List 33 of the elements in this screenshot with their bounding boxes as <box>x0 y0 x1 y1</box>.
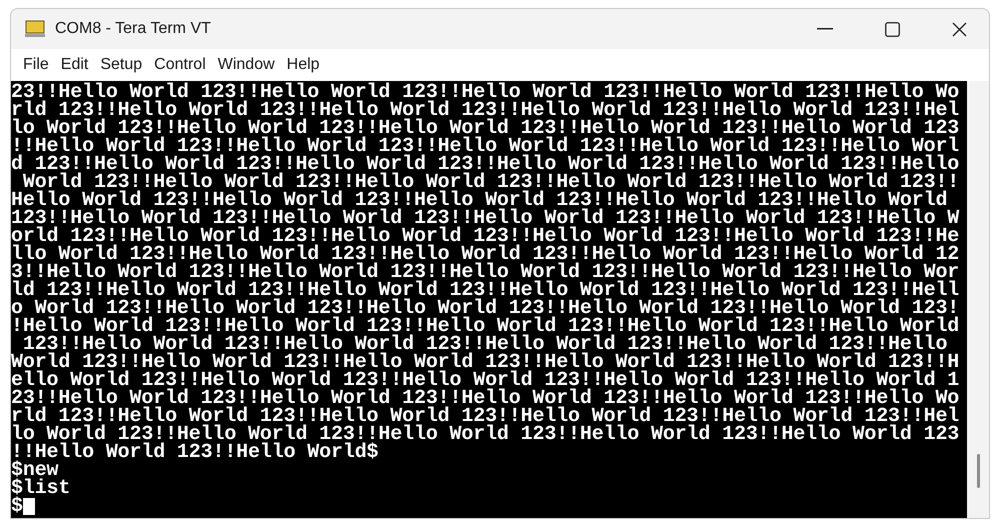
terminal-line: !Hello World 123!!Hello World 123!!Hello World 123!!Hello World 123!!Hello World <box>11 318 960 336</box>
terminal-line: 3!!Hello World 123!!Hello World 123!!Hello World 123!!Hello World 123!!Hello Wor <box>11 264 960 282</box>
terminal-line: World 123!!Hello World 123!!Hello World 123!!Hello World 123!!Hello World 123!! <box>22 174 960 192</box>
terminal-line: o World 123!!Hello World 123!!Hello World 123!!Hello World 123!!Hello World 123! <box>11 300 960 318</box>
scrollbar[interactable] <box>967 81 989 518</box>
menu-item[interactable]: Setup <box>94 53 148 77</box>
close-icon[interactable] <box>952 22 967 36</box>
terminal-line: $ <box>11 498 23 516</box>
terminal-line: lo World 123!!Hello World 123!!Hello World 123!!Hello World 123!!Hello World 123 <box>11 120 960 138</box>
text-cursor <box>22 498 35 515</box>
terminal-line: 123!!Hello World 123!!Hello World 123!!Hello World 123!!Hello World 123!!Hello <box>22 336 948 354</box>
terminal-app-icon <box>25 20 45 38</box>
menu-item[interactable]: Edit <box>54 53 94 77</box>
terminal-line: orld 123!!Hello World 123!!Hello World 123!!Hello World 123!!Hello World 123!!He <box>11 228 960 246</box>
terminal-line: rld 123!!Hello World 123!!Hello World 123!!Hello World 123!!Hello World 123!!Hel <box>11 102 960 120</box>
window-title: COM8 - Tera Term VT <box>55 19 211 39</box>
terminal-line: Hello World 123!!Hello World 123!!Hello World 123!!Hello World 123!!Hello World <box>11 192 948 210</box>
terminal-line: llo World 123!!Hello World 123!!Hello World 123!!Hello World 123!!Hello World 12 <box>11 246 960 264</box>
menu-item[interactable]: Control <box>148 53 212 77</box>
terminal-line: World 123!!Hello World 123!!Hello World 123!!Hello World 123!!Hello World 123!!H <box>11 354 960 372</box>
terminal-line: rld 123!!Hello World 123!!Hello World 123!!Hello World 123!!Hello World 123!!Hel <box>11 408 960 426</box>
terminal-line: 23!!Hello World 123!!Hello World 123!!Hello World 123!!Hello World 123!!Hello Wo <box>11 390 960 408</box>
menu-item[interactable]: Window <box>212 53 281 77</box>
menu-item[interactable]: File <box>17 53 55 77</box>
minimize-icon[interactable] <box>817 28 833 30</box>
terminal-line: ello World 123!!Hello World 123!!Hello World 123!!Hello World 123!!Hello World 1 <box>11 372 960 390</box>
terminal-line: 23!!Hello World 123!!Hello World 123!!Hello World 123!!Hello World 123!!Hello Wo <box>11 84 960 102</box>
terminal-line: 123!!Hello World 123!!Hello World 123!!Hello World 123!!Hello World 123!!Hello W <box>11 210 960 228</box>
terminal-line: !!Hello World 123!!Hello World 123!!Hello World 123!!Hello World 123!!Hello Worl <box>11 138 960 156</box>
maximize-icon[interactable] <box>885 22 900 36</box>
terminal-line: ld 123!!Hello World 123!!Hello World 123!!Hello World 123!!Hello World 123!!Hell <box>11 282 960 300</box>
menu-item[interactable]: Help <box>280 53 326 77</box>
terminal-line: d 123!!Hello World 123!!Hello World 123!!Hello World 123!!Hello World 123!!Hello <box>11 156 960 174</box>
